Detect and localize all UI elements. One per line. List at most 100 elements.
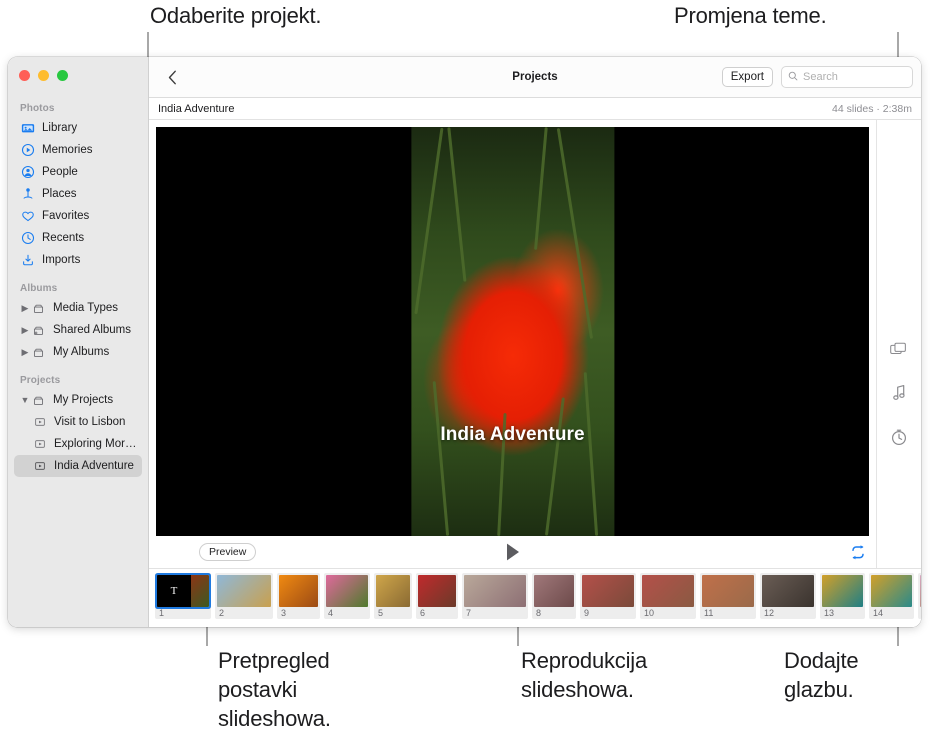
sidebar-item-my-projects[interactable]: ▼ My Projects bbox=[14, 389, 142, 411]
sidebar-item-imports[interactable]: Imports bbox=[14, 249, 142, 271]
chevron-right-icon[interactable]: ▶ bbox=[20, 304, 30, 313]
sidebar-item-label: Media Types bbox=[53, 302, 118, 314]
chevron-down-icon[interactable]: ▼ bbox=[20, 396, 30, 405]
thumb-number: 13 bbox=[822, 607, 863, 619]
thumb-image bbox=[582, 575, 634, 607]
thumb-number: 4 bbox=[326, 607, 368, 619]
sidebar-item-label: My Albums bbox=[53, 346, 109, 358]
filmstrip[interactable]: T123456789101112131415 bbox=[149, 568, 921, 627]
memories-icon bbox=[20, 143, 35, 158]
slide-title-text: India Adventure bbox=[156, 424, 869, 446]
sidebar-item-people[interactable]: People bbox=[14, 161, 142, 183]
sidebar-item-shared-albums[interactable]: ▶ Shared Albums bbox=[14, 319, 142, 341]
sidebar-item-memories[interactable]: Memories bbox=[14, 139, 142, 161]
slideshow-icon bbox=[32, 415, 47, 430]
slideshow-icon bbox=[32, 437, 47, 452]
thumb-image bbox=[920, 575, 921, 607]
sidebar-item-label: Imports bbox=[42, 254, 80, 266]
sidebar-item-label: Library bbox=[42, 122, 77, 134]
filmstrip-thumb[interactable]: 5 bbox=[374, 573, 412, 619]
sidebar-item-label: Exploring Mor… bbox=[54, 438, 136, 450]
folder-icon bbox=[31, 301, 46, 316]
filmstrip-thumb[interactable]: 15 bbox=[918, 573, 921, 619]
playback-controls: Preview bbox=[149, 536, 876, 568]
filmstrip-thumb[interactable]: 9 bbox=[580, 573, 636, 619]
sidebar-item-india-adventure[interactable]: India Adventure bbox=[14, 455, 142, 477]
sidebar-item-label: Shared Albums bbox=[53, 324, 131, 336]
thumb-image bbox=[642, 575, 694, 607]
stage-and-rail: India Adventure Preview bbox=[149, 120, 921, 568]
toolbar-right-group: Export Search bbox=[722, 66, 921, 88]
thumb-image bbox=[418, 575, 456, 607]
sidebar: Photos Library Memories People bbox=[8, 57, 149, 627]
change-theme-button[interactable] bbox=[888, 338, 910, 360]
filmstrip-thumb[interactable]: 13 bbox=[820, 573, 865, 619]
sidebar-item-places[interactable]: Places bbox=[14, 183, 142, 205]
filmstrip-thumb[interactable]: 4 bbox=[324, 573, 370, 619]
annotation-preview-settings: Pretpregled postavki slideshowa. bbox=[218, 646, 331, 733]
sidebar-item-my-albums[interactable]: ▶ My Albums bbox=[14, 341, 142, 363]
sidebar-item-label: My Projects bbox=[53, 394, 113, 406]
sidebar-item-library[interactable]: Library bbox=[14, 117, 142, 139]
filmstrip-thumb[interactable]: 3 bbox=[277, 573, 320, 619]
sidebar-item-label: Recents bbox=[42, 232, 84, 244]
duration-button[interactable] bbox=[888, 426, 910, 448]
thumb-number: 10 bbox=[642, 607, 694, 619]
heart-icon bbox=[20, 209, 35, 224]
filmstrip-thumb[interactable]: 2 bbox=[215, 573, 273, 619]
annotation-change-theme: Promjena teme. bbox=[674, 1, 827, 30]
thumb-image bbox=[871, 575, 912, 607]
photos-app-window: Photos Library Memories People bbox=[8, 57, 921, 627]
close-button[interactable] bbox=[19, 70, 30, 81]
sidebar-item-label: People bbox=[42, 166, 78, 178]
slideshow-icon bbox=[32, 459, 47, 474]
sidebar-item-label: India Adventure bbox=[54, 460, 134, 472]
export-button[interactable]: Export bbox=[722, 67, 773, 87]
preview-button[interactable]: Preview bbox=[199, 543, 256, 561]
thumb-number: 11 bbox=[702, 607, 754, 619]
thumb-image bbox=[464, 575, 526, 607]
slide-preview[interactable]: India Adventure bbox=[156, 127, 869, 536]
chevron-right-icon[interactable]: ▶ bbox=[20, 326, 30, 335]
minimize-button[interactable] bbox=[38, 70, 49, 81]
filmstrip-thumb[interactable]: 7 bbox=[462, 573, 528, 619]
back-button[interactable] bbox=[157, 70, 187, 85]
filmstrip-thumb[interactable]: 11 bbox=[700, 573, 756, 619]
sidebar-item-recents[interactable]: Recents bbox=[14, 227, 142, 249]
thumb-image bbox=[326, 575, 368, 607]
thumb-number: 8 bbox=[534, 607, 574, 619]
filmstrip-thumb[interactable]: 12 bbox=[760, 573, 816, 619]
chevron-right-icon[interactable]: ▶ bbox=[20, 348, 30, 357]
search-placeholder: Search bbox=[803, 71, 838, 83]
sidebar-item-label: Places bbox=[42, 188, 77, 200]
sidebar-item-exploring-morocco[interactable]: Exploring Mor… bbox=[14, 433, 142, 455]
sidebar-item-media-types[interactable]: ▶ Media Types bbox=[14, 297, 142, 319]
add-music-button[interactable] bbox=[888, 382, 910, 404]
filmstrip-thumb[interactable]: 10 bbox=[640, 573, 696, 619]
zoom-button[interactable] bbox=[57, 70, 68, 81]
sidebar-item-label: Memories bbox=[42, 144, 92, 156]
thumb-image bbox=[217, 575, 271, 607]
loop-button[interactable] bbox=[850, 545, 866, 560]
sidebar-item-favorites[interactable]: Favorites bbox=[14, 205, 142, 227]
thumb-image bbox=[822, 575, 863, 607]
thumb-image: T bbox=[157, 575, 209, 607]
thumb-number: 2 bbox=[217, 607, 271, 619]
places-icon bbox=[20, 187, 35, 202]
annotation-add-music: Dodajte glazbu. bbox=[784, 646, 858, 704]
thumb-number: 12 bbox=[762, 607, 814, 619]
filmstrip-thumb[interactable]: T1 bbox=[155, 573, 211, 619]
sidebar-scroll: Photos Library Memories People bbox=[8, 57, 148, 477]
project-subbar: India Adventure 44 slides · 2:38m bbox=[149, 98, 921, 120]
filmstrip-thumb[interactable]: 8 bbox=[532, 573, 576, 619]
filmstrip-thumb[interactable]: 6 bbox=[416, 573, 458, 619]
thumb-number: 1 bbox=[157, 607, 209, 619]
thumb-image bbox=[279, 575, 318, 607]
library-icon bbox=[20, 121, 35, 136]
filmstrip-thumb[interactable]: 14 bbox=[869, 573, 914, 619]
thumb-number: 14 bbox=[871, 607, 912, 619]
play-button[interactable] bbox=[505, 542, 521, 562]
search-input[interactable]: Search bbox=[781, 66, 913, 88]
stage-column: India Adventure Preview bbox=[149, 120, 876, 568]
sidebar-item-visit-to-lisbon[interactable]: Visit to Lisbon bbox=[14, 411, 142, 433]
